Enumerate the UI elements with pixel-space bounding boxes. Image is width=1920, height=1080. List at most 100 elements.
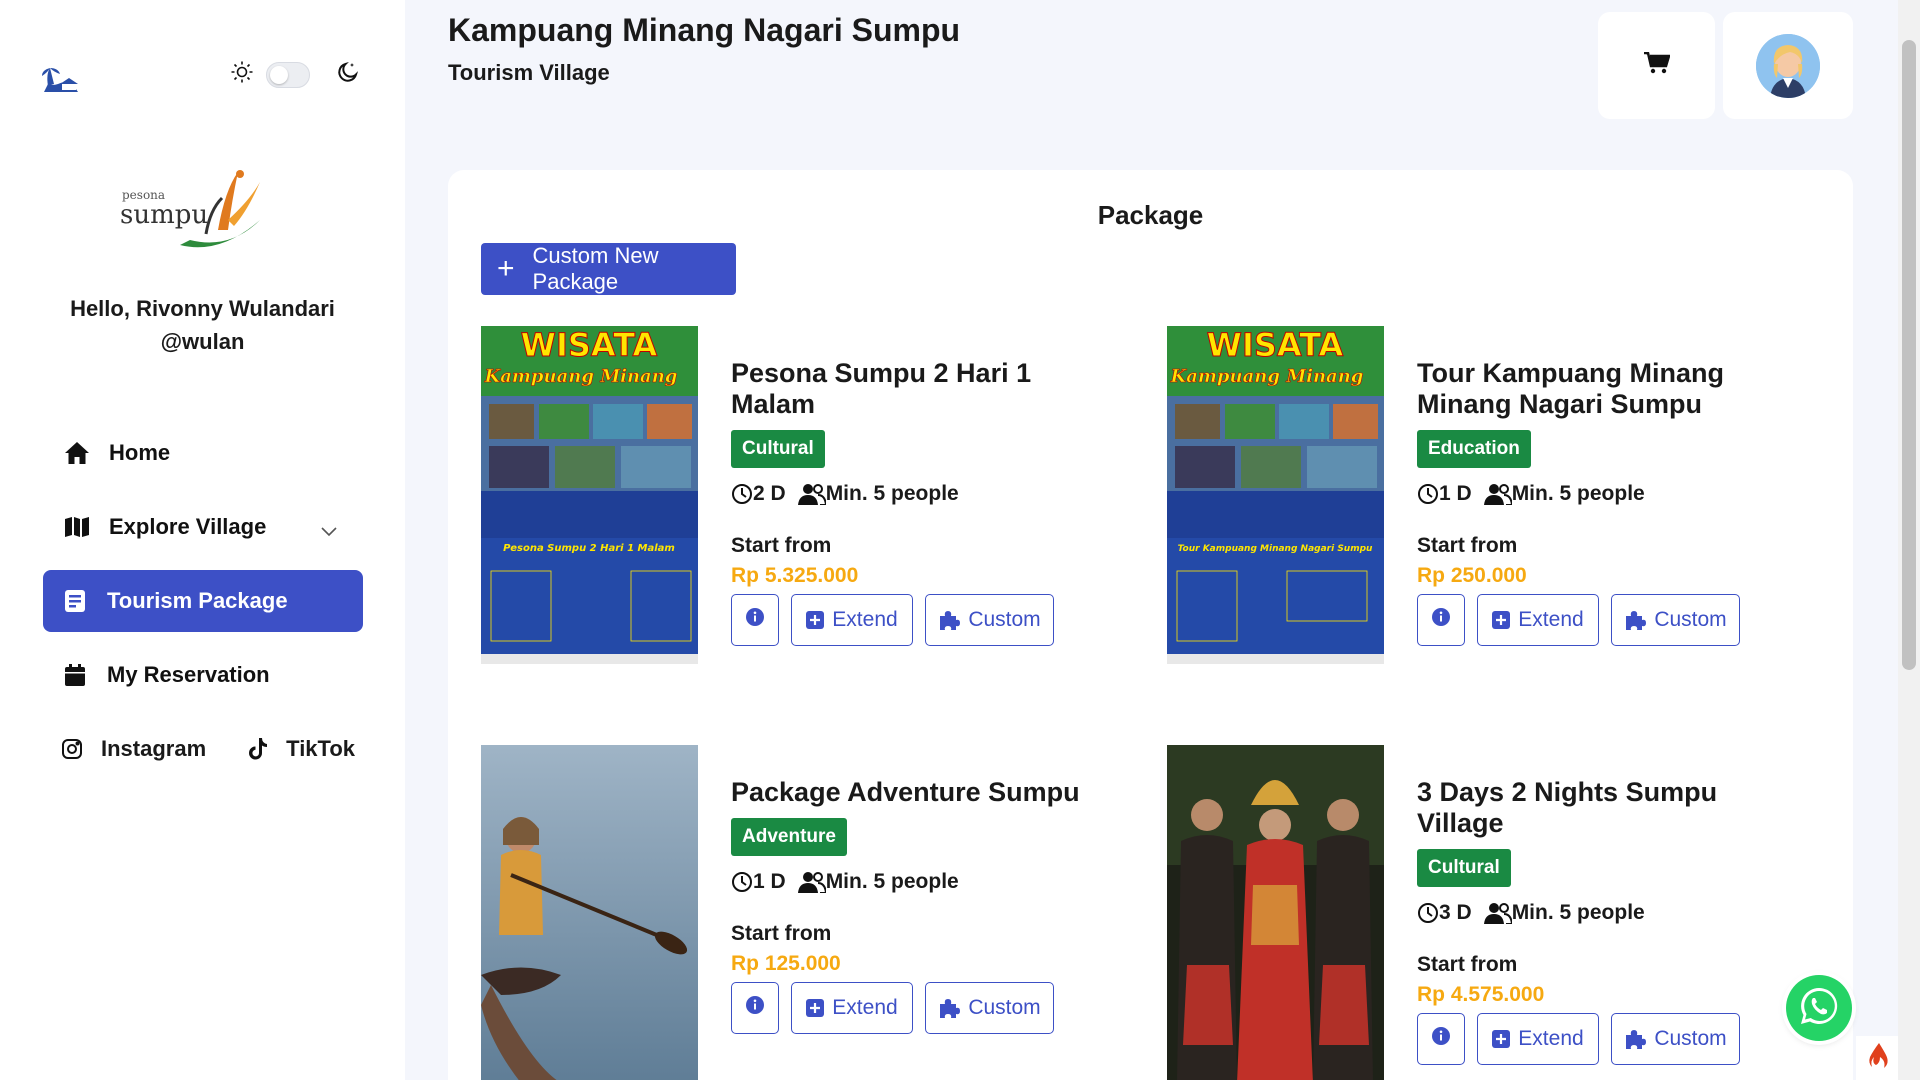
package-poster[interactable]: WISATA Kampuang Minang Tour Kampuang Min… bbox=[1167, 326, 1384, 664]
page-scrollbar[interactable] bbox=[1898, 0, 1920, 1080]
package-photo[interactable] bbox=[481, 745, 698, 1080]
extend-label: Extend bbox=[832, 608, 898, 631]
custom-label: Custom bbox=[968, 996, 1041, 1019]
extend-button[interactable]: Extend bbox=[791, 982, 913, 1034]
poster-caption: Pesona Sumpu 2 Hari 1 Malam bbox=[503, 543, 675, 554]
sidebar: pesona sumpu Hello, Rivonny Wulandari @w… bbox=[0, 0, 405, 1080]
instagram-link[interactable]: Instagram bbox=[61, 736, 206, 762]
sidebar-item-tourism-package[interactable]: Tourism Package bbox=[43, 570, 363, 632]
category-badge: Education bbox=[1417, 430, 1531, 468]
custom-new-package-button[interactable]: + Custom New Package bbox=[481, 243, 736, 295]
dark-mode-switch[interactable] bbox=[266, 61, 310, 88]
sidebar-item-my-reservation[interactable]: My Reservation bbox=[43, 644, 363, 706]
package-price: Rp 5.325.000 bbox=[731, 564, 859, 587]
page-title: Kampuang Minang Nagari Sumpu bbox=[448, 12, 961, 48]
package-name: Pesona Sumpu 2 Hari 1 Malam bbox=[731, 358, 1032, 419]
package-price: Rp 125.000 bbox=[731, 952, 841, 975]
whatsapp-button[interactable] bbox=[1786, 975, 1852, 1041]
clock-icon bbox=[731, 870, 753, 894]
sidebar-item-explore-village[interactable]: Explore Village bbox=[43, 496, 363, 558]
info-icon bbox=[745, 995, 765, 1021]
package-meta: 2 D Min. 5 people bbox=[731, 482, 1101, 507]
extend-button[interactable]: Extend bbox=[791, 594, 913, 646]
package-item: WISATA Kampuang Minang Pesona Sumpu 2 Ha… bbox=[481, 326, 1121, 664]
tiktok-icon bbox=[248, 738, 268, 760]
profile-button[interactable] bbox=[1723, 12, 1853, 119]
puzzle-icon bbox=[938, 609, 961, 631]
village-logo-icon[interactable] bbox=[40, 64, 82, 94]
greeting-username: @wulan bbox=[160, 329, 245, 354]
package-actions: Extend Custom bbox=[1417, 594, 1787, 646]
custom-label: Custom bbox=[1654, 608, 1727, 631]
cart-button[interactable] bbox=[1598, 12, 1715, 119]
chevron-down-icon[interactable] bbox=[321, 517, 337, 543]
package-photo[interactable] bbox=[1167, 745, 1384, 1080]
extend-button[interactable]: Extend bbox=[1477, 594, 1599, 646]
extend-label: Extend bbox=[832, 996, 898, 1019]
custom-button[interactable]: Custom bbox=[925, 982, 1054, 1034]
custom-button[interactable]: Custom bbox=[925, 594, 1054, 646]
duration: 1 D bbox=[753, 870, 786, 893]
package-info: Pesona Sumpu 2 Hari 1 Malam Cultural 2 D… bbox=[731, 358, 1101, 646]
min-people: Min. 5 people bbox=[825, 482, 959, 505]
duration: 3 D bbox=[1439, 901, 1472, 924]
package-price: Rp 250.000 bbox=[1417, 564, 1527, 587]
sun-icon bbox=[230, 60, 254, 89]
info-icon bbox=[745, 607, 765, 633]
puzzle-icon bbox=[938, 997, 961, 1019]
package-icon bbox=[61, 587, 89, 615]
start-from-label: Start from bbox=[731, 922, 832, 945]
extend-button[interactable]: Extend bbox=[1477, 1013, 1599, 1065]
package-poster[interactable]: WISATA Kampuang Minang Pesona Sumpu 2 Ha… bbox=[481, 326, 698, 664]
poster-title: WISATA bbox=[1207, 326, 1344, 364]
puzzle-icon bbox=[1624, 609, 1647, 631]
start-from-label: Start from bbox=[731, 534, 832, 557]
custom-label: Custom bbox=[968, 608, 1041, 631]
tiktok-link[interactable]: TikTok bbox=[248, 736, 355, 762]
custom-button[interactable]: Custom bbox=[1611, 1013, 1740, 1065]
category-badge: Adventure bbox=[731, 818, 847, 856]
package-item: WISATA Kampuang Minang Tour Kampuang Min… bbox=[1167, 326, 1807, 664]
scrollbar-thumb[interactable] bbox=[1902, 40, 1916, 670]
plus-icon: + bbox=[497, 252, 515, 285]
clock-icon bbox=[731, 482, 753, 506]
tiktok-label: TikTok bbox=[286, 736, 356, 761]
min-people: Min. 5 people bbox=[1511, 482, 1645, 505]
sidebar-item-label: Tourism Package bbox=[107, 588, 288, 613]
theme-toggle[interactable] bbox=[230, 60, 360, 89]
brand-name-text: sumpu bbox=[120, 200, 209, 230]
package-meta: 1 D Min. 5 people bbox=[731, 870, 1101, 895]
poster-caption: Tour Kampuang Minang Nagari Sumpu bbox=[1178, 544, 1373, 554]
start-from-label: Start from bbox=[1417, 534, 1518, 557]
min-people: Min. 5 people bbox=[1511, 901, 1645, 924]
clock-icon bbox=[1417, 482, 1439, 506]
package-meta: 3 D Min. 5 people bbox=[1417, 901, 1787, 926]
pesona-sumpu-logo: pesona sumpu bbox=[110, 160, 270, 260]
greeting-name: Hello, Rivonny Wulandari bbox=[70, 296, 335, 321]
start-from-label: Start from bbox=[1417, 953, 1518, 976]
plus-square-icon bbox=[806, 611, 825, 629]
package-actions: Extend Custom bbox=[731, 982, 1101, 1034]
social-links: Instagram TikTok bbox=[43, 718, 363, 780]
puzzle-icon bbox=[1624, 1028, 1647, 1050]
info-button[interactable] bbox=[1417, 1013, 1465, 1065]
whatsapp-icon bbox=[1797, 984, 1841, 1033]
info-button[interactable] bbox=[731, 982, 779, 1034]
info-icon bbox=[1431, 607, 1451, 633]
duration: 2 D bbox=[753, 482, 786, 505]
clock-icon bbox=[1417, 901, 1439, 925]
custom-button[interactable]: Custom bbox=[1611, 594, 1740, 646]
instagram-label: Instagram bbox=[101, 736, 207, 761]
people-icon bbox=[797, 870, 827, 895]
min-people: Min. 5 people bbox=[825, 870, 959, 893]
sidebar-item-home[interactable]: Home bbox=[43, 422, 363, 484]
custom-new-package-label: Custom New Package bbox=[532, 243, 659, 294]
section-title: Package bbox=[1097, 200, 1204, 230]
package-info: Package Adventure Sumpu Adventure 1 D Mi… bbox=[731, 777, 1101, 1034]
extend-label: Extend bbox=[1518, 608, 1584, 631]
package-info: 3 Days 2 Nights Sumpu Village Cultural 3… bbox=[1417, 777, 1787, 1065]
info-button[interactable] bbox=[1417, 594, 1465, 646]
info-button[interactable] bbox=[731, 594, 779, 646]
flame-widget[interactable] bbox=[1856, 1036, 1902, 1080]
duration: 1 D bbox=[1439, 482, 1472, 505]
